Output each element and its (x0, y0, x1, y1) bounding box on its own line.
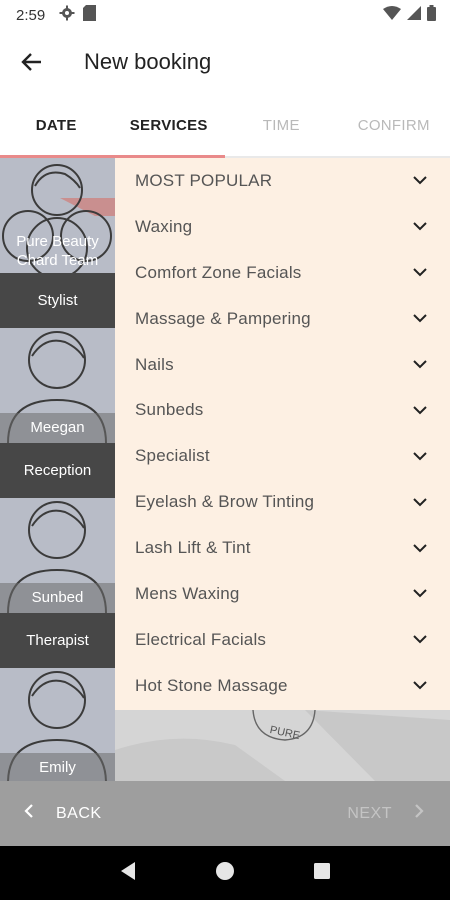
background-image: PURE (115, 710, 450, 781)
system-nav-bar (0, 846, 450, 900)
service-category[interactable]: Sunbeds (115, 387, 450, 433)
chevron-down-icon (412, 173, 428, 189)
service-category[interactable]: Comfort Zone Facials (115, 250, 450, 296)
avatar: Pure Beauty Chard Team (0, 158, 115, 273)
tab-time: TIME (262, 116, 300, 134)
service-label: Specialist (135, 446, 210, 466)
service-label: Massage & Pampering (135, 308, 311, 328)
staff-role: Reception (0, 443, 115, 498)
service-category[interactable]: Lash Lift & Tint (115, 525, 450, 571)
action-bar: BACK NEXT (0, 781, 450, 846)
chevron-down-icon (412, 494, 428, 510)
staff-card[interactable]: Meegan Reception (0, 328, 115, 498)
staff-list[interactable]: Pure Beauty Chard Team Stylist Meegan Re… (0, 158, 115, 781)
services-list: MOST POPULAR Waxing Comfort Zone Facials… (115, 158, 450, 710)
staff-name: Sunbed (31, 589, 84, 606)
service-label: Eyelash & Brow Tinting (135, 492, 315, 512)
service-label: Mens Waxing (135, 583, 240, 603)
staff-name: Pure Beauty Chard Team (16, 233, 99, 269)
page-title: New booking (84, 49, 212, 74)
status-time: 2:59 (16, 6, 46, 24)
pure-logo: PURE (115, 710, 450, 781)
service-category[interactable]: Waxing (115, 204, 450, 250)
staff-name: Emily (39, 759, 76, 776)
avatar: Sunbed (0, 498, 115, 613)
sd-card-icon (83, 4, 97, 26)
battery-icon (427, 4, 436, 26)
service-category[interactable]: Hot Stone Massage (115, 663, 450, 709)
chevron-down-icon (412, 357, 428, 373)
staff-card[interactable]: Emily (0, 668, 115, 781)
service-label: MOST POPULAR (135, 170, 273, 190)
avatar: Meegan (0, 328, 115, 443)
chevron-down-icon (412, 219, 428, 235)
tab-date[interactable]: DATE (0, 94, 113, 156)
next-button: NEXT (347, 781, 450, 846)
service-label: Hot Stone Massage (135, 675, 288, 695)
status-bar: 2:59 (0, 0, 450, 30)
staff-card[interactable]: Sunbed Therapist (0, 498, 115, 668)
nav-back-icon[interactable] (119, 861, 137, 886)
service-label: Sunbeds (135, 400, 204, 420)
service-label: Electrical Facials (135, 629, 267, 649)
chevron-right-icon (414, 803, 424, 824)
booking-tabs: DATE SERVICES TIME CONFIRM (0, 94, 450, 156)
signal-icon (407, 5, 421, 25)
back-label: BACK (56, 804, 102, 822)
staff-role: Therapist (0, 613, 115, 668)
next-label: NEXT (347, 804, 392, 822)
service-label: Waxing (135, 216, 193, 236)
chevron-down-icon (412, 265, 428, 281)
tab-confirm: CONFIRM (357, 116, 430, 134)
avatar: Emily (0, 668, 115, 781)
staff-name: Meegan (30, 419, 85, 436)
chevron-down-icon (412, 586, 428, 602)
chevron-down-icon (412, 448, 428, 464)
chevron-down-icon (412, 540, 428, 556)
service-label: Nails (135, 354, 174, 374)
staff-card[interactable]: Pure Beauty Chard Team Stylist (0, 158, 115, 328)
service-category[interactable]: Massage & Pampering (115, 296, 450, 342)
service-category[interactable]: Nails (115, 342, 450, 388)
chevron-left-icon (24, 803, 34, 824)
chevron-down-icon (412, 402, 428, 418)
wifi-icon (383, 5, 401, 25)
chevron-down-icon (412, 632, 428, 648)
service-label: Lash Lift & Tint (135, 538, 251, 558)
nav-home-icon[interactable] (215, 861, 235, 886)
back-button[interactable]: BACK (0, 781, 102, 846)
service-category[interactable]: Electrical Facials (115, 617, 450, 663)
service-category[interactable]: Mens Waxing (115, 571, 450, 617)
tab-services[interactable]: SERVICES (113, 94, 226, 156)
nav-recents-icon[interactable] (313, 862, 331, 885)
service-category[interactable]: Eyelash & Brow Tinting (115, 479, 450, 525)
service-label: Comfort Zone Facials (135, 262, 302, 282)
gear-icon (59, 5, 75, 26)
app-bar: New booking (0, 30, 450, 94)
staff-role: Stylist (0, 273, 115, 328)
chevron-down-icon (412, 678, 428, 694)
arrow-left-icon[interactable] (0, 30, 64, 94)
service-category[interactable]: Specialist (115, 433, 450, 479)
chevron-down-icon (412, 311, 428, 327)
service-category[interactable]: MOST POPULAR (115, 158, 450, 204)
